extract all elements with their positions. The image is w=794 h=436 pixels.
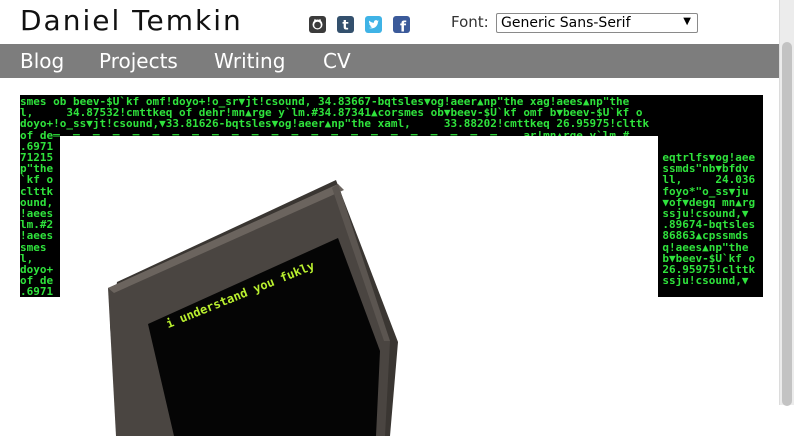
svg-text:t: t <box>342 19 348 34</box>
twitter-icon[interactable] <box>365 16 382 33</box>
scrollbar-thumb[interactable] <box>782 42 792 406</box>
svg-text:f: f <box>400 20 407 34</box>
main-nav: Blog Projects Writing CV <box>0 44 779 78</box>
font-select-value: Generic Sans-Serif <box>501 15 631 31</box>
github-icon[interactable] <box>309 16 326 33</box>
facebook-icon[interactable]: f <box>393 16 410 33</box>
site-header: Daniel Temkin t f Font: Generic Sans-Ser… <box>0 0 779 44</box>
matrix-text-line: .6971 <box>20 285 54 297</box>
page-scrollbar[interactable] <box>779 0 794 406</box>
monitor-image <box>108 180 398 436</box>
chevron-down-icon: ▼ <box>683 16 691 27</box>
nav-cv[interactable]: CV <box>323 49 351 73</box>
tumblr-icon[interactable]: t <box>337 16 354 33</box>
nav-blog[interactable]: Blog <box>20 49 64 73</box>
font-select[interactable]: Generic Sans-Serif ▼ <box>496 13 698 33</box>
photo-card <box>60 136 658 436</box>
font-label: Font: <box>451 13 489 31</box>
nav-writing[interactable]: Writing <box>214 49 285 73</box>
site-title[interactable]: Daniel Temkin <box>20 4 243 37</box>
nav-projects[interactable]: Projects <box>99 49 178 73</box>
